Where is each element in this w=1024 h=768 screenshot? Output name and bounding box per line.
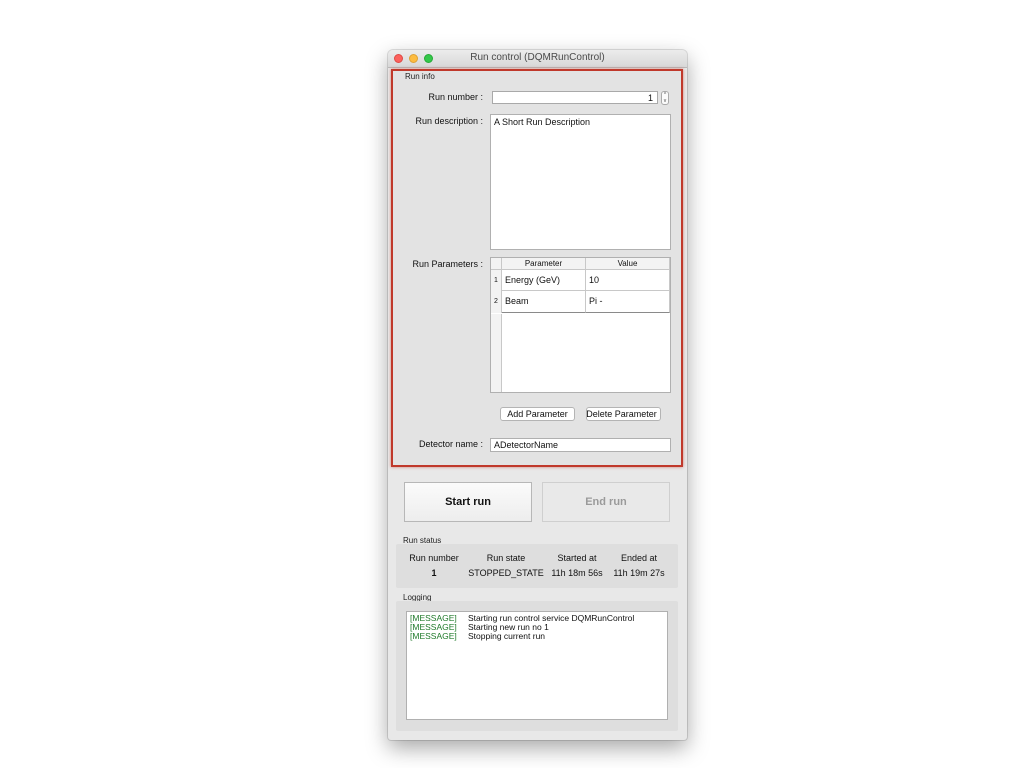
delete-parameter-button[interactable]: Delete Parameter [586, 407, 661, 421]
run-description-label: Run description : [415, 116, 483, 126]
log-entry: [MESSAGE] Stopping current run [410, 632, 664, 641]
table-header-parameter[interactable]: Parameter [502, 258, 586, 270]
run-control-window: Run control (DQMRunControl) Run info Run… [388, 50, 687, 740]
table-cell-value[interactable]: Pi - [586, 291, 670, 313]
title-bar[interactable]: Run control (DQMRunControl) [388, 50, 687, 68]
end-run-button[interactable]: End run [542, 482, 670, 522]
status-header-started-at: Started at [557, 553, 597, 563]
window-title: Run control (DQMRunControl) [470, 52, 605, 63]
status-header-ended-at: Ended at [620, 553, 658, 563]
run-number-label: Run number : [428, 92, 483, 102]
run-number-stepper[interactable]: ^ v [661, 91, 669, 105]
detector-name-label: Detector name : [418, 439, 483, 449]
log-tag: [MESSAGE] [410, 631, 457, 641]
status-value-ended-at: 11h 19m 27s [613, 568, 665, 578]
table-header-value[interactable]: Value [586, 258, 670, 270]
run-parameters-label: Run Parameters : [412, 259, 483, 269]
status-value-run-number: 1 [431, 568, 437, 578]
table-cell-value[interactable]: 10 [586, 270, 670, 291]
status-header-run-number: Run number [409, 553, 459, 563]
status-value-run-state: STOPPED_STATE [468, 568, 544, 578]
log-output[interactable]: [MESSAGE] Starting run control service DQ… [406, 611, 668, 720]
table-corner [491, 258, 502, 270]
status-header-run-state: Run state [486, 553, 526, 563]
log-text: Stopping current run [468, 631, 546, 641]
detector-name-input[interactable]: ADetectorName [490, 438, 671, 452]
add-parameter-button[interactable]: Add Parameter [500, 407, 575, 421]
run-number-input[interactable]: 1 [492, 91, 658, 104]
run-info-group: Run info Run number : 1 ^ v Run descript… [391, 69, 683, 467]
table-cell-parameter[interactable]: Beam [502, 291, 586, 313]
spin-down-icon[interactable]: v [662, 98, 668, 104]
status-value-started-at: 11h 18m 56s [551, 568, 603, 578]
row-header[interactable]: 1 [491, 270, 502, 291]
row-header[interactable]: 2 [491, 291, 502, 313]
run-description-textarea[interactable]: A Short Run Description [490, 114, 671, 250]
run-info-group-label: Run info [405, 72, 435, 81]
logging-group: [MESSAGE] Starting run control service DQ… [396, 601, 678, 731]
start-run-button[interactable]: Start run [404, 482, 532, 522]
row-header-filler [491, 314, 502, 392]
run-parameters-table[interactable]: Parameter Value 1 Energy (GeV) 10 2 Beam… [490, 257, 671, 393]
table-cell-parameter[interactable]: Energy (GeV) [502, 270, 586, 291]
run-status-group: Run number Run state Started at Ended at… [396, 544, 678, 588]
